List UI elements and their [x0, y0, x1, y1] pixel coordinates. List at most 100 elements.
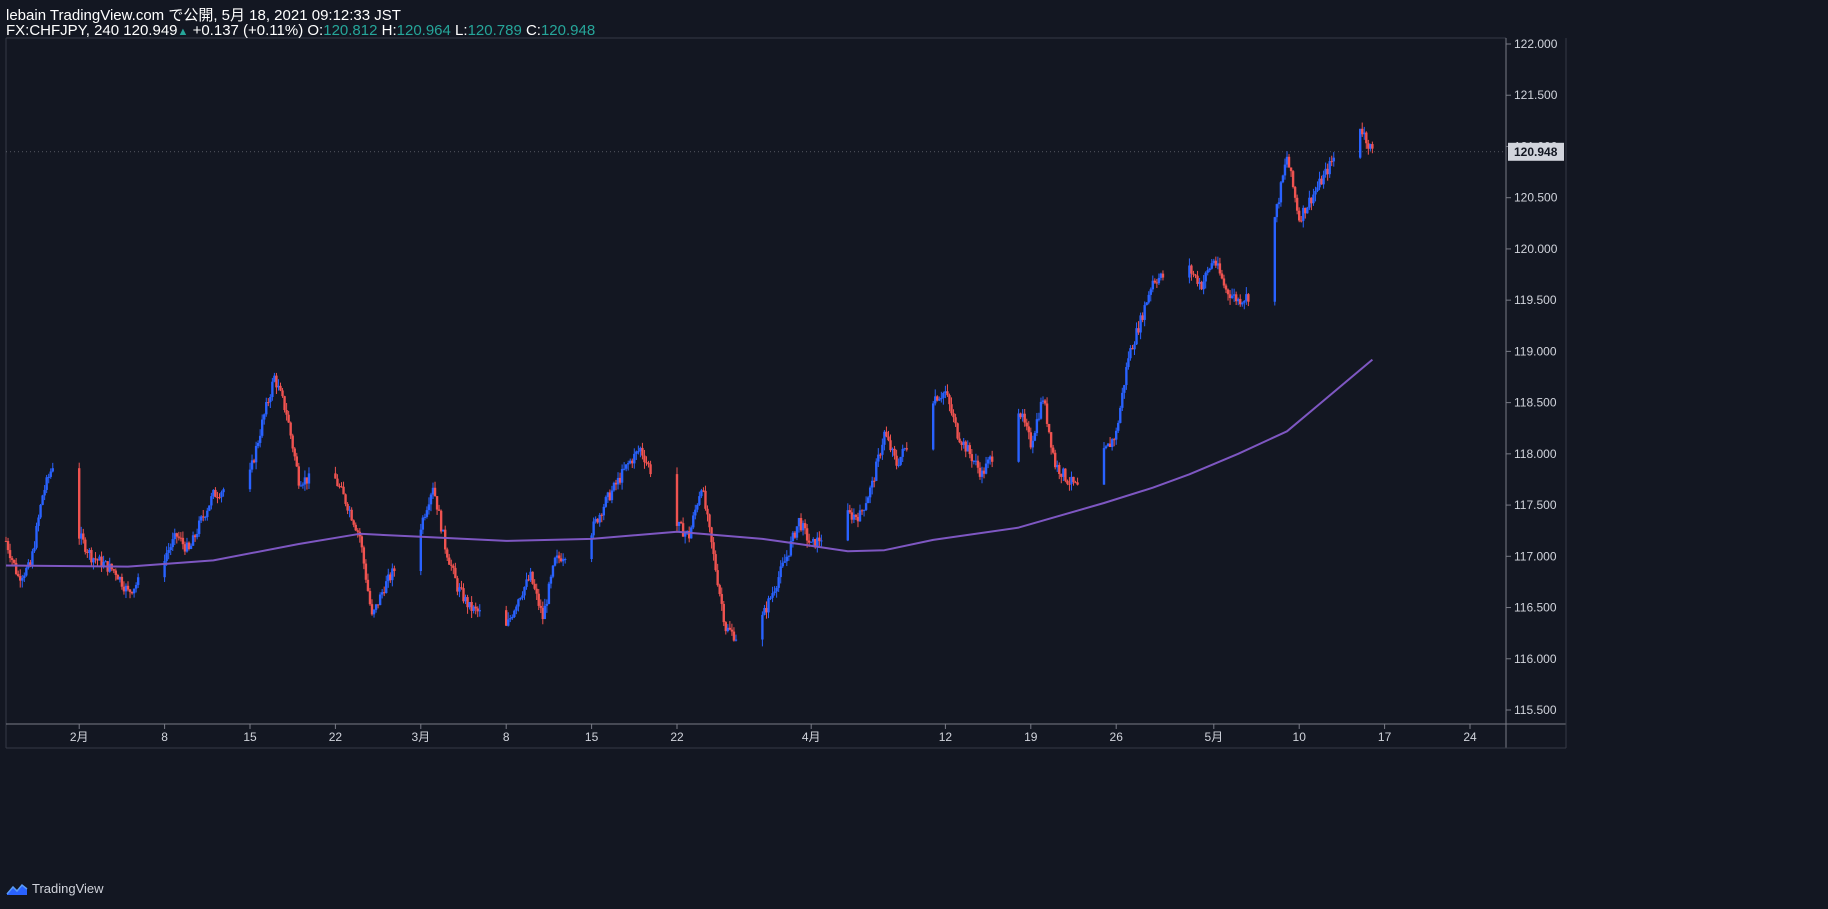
candle-body [82, 533, 85, 540]
x-tick-label: 26 [1110, 730, 1124, 744]
high-value: 120.964 [396, 22, 451, 39]
candle-body [637, 451, 640, 453]
last-price: 120.949 [123, 22, 178, 39]
candle-body [932, 403, 935, 450]
candle-body [775, 587, 778, 592]
candle-body [1157, 277, 1161, 284]
candle-body [767, 598, 770, 613]
candle-body [1031, 440, 1035, 448]
candle-body [1204, 272, 1207, 282]
candle-body [452, 565, 455, 568]
candle-body [864, 503, 868, 510]
candle-body [543, 605, 547, 620]
candle-body [525, 579, 528, 587]
candle-body [248, 469, 252, 490]
y-tick-label: 119.500 [1514, 293, 1557, 307]
candle-body [31, 551, 34, 566]
ohlc-legend: FX:CHFJPY, 240 120.949▲ +0.137 (+0.11%) … [6, 22, 595, 39]
candle-body [539, 605, 542, 608]
candle-body [1291, 171, 1295, 188]
candle-body [378, 594, 382, 606]
candle-body [938, 398, 941, 401]
candle-body [976, 460, 980, 468]
candle-body [167, 549, 170, 553]
candle-body [354, 524, 357, 531]
candle-body [509, 618, 512, 620]
candle-body [1275, 204, 1279, 218]
candle-body [519, 597, 522, 600]
candle-body [1279, 182, 1283, 203]
candle-body [675, 474, 679, 526]
candle-body [1226, 289, 1230, 295]
candle-body [206, 510, 209, 518]
candle-body [1145, 302, 1148, 306]
candle-body [885, 431, 888, 437]
candle-body [181, 537, 185, 545]
candle-body [51, 468, 54, 472]
candle-body [444, 529, 447, 550]
x-tick-label: 19 [1024, 730, 1038, 744]
candle-body [622, 468, 626, 470]
candle-body [393, 568, 396, 572]
candle-body [128, 589, 132, 592]
x-tick-label: 8 [161, 730, 168, 744]
candle-body [1328, 161, 1331, 175]
candle-body [263, 414, 266, 420]
candle-body [171, 539, 174, 548]
candle-body [881, 444, 884, 455]
tradingview-branding[interactable]: TradingView [6, 881, 104, 896]
candle-body [1190, 265, 1193, 274]
candle-body [698, 496, 701, 505]
candle-body [84, 539, 87, 552]
price-change: +0.137 (+0.11%) [192, 22, 304, 39]
candle-body [35, 525, 38, 548]
x-tick-label: 15 [243, 730, 257, 744]
candle-body [1039, 401, 1043, 419]
candle-body [598, 514, 601, 523]
candle-body [195, 533, 199, 538]
candle-body [773, 591, 776, 594]
y-tick-label: 120.000 [1514, 242, 1558, 256]
candle-body [889, 440, 892, 451]
candle-body [283, 396, 286, 411]
candle-body [795, 526, 799, 538]
candle-body [177, 536, 181, 538]
candle-body [1316, 187, 1319, 191]
candle-body [507, 619, 510, 626]
candle-body [1281, 175, 1285, 183]
candle-body [549, 576, 553, 584]
candle-body [10, 558, 14, 560]
candle-body [783, 561, 786, 563]
candle-body [563, 559, 567, 561]
candle-body [535, 588, 538, 594]
candle-body [779, 566, 782, 578]
candle-body [692, 515, 695, 528]
candle-body [1127, 358, 1130, 368]
candle-body [385, 581, 388, 593]
candle-body [643, 455, 646, 463]
candle-body [769, 597, 772, 599]
symbol-label[interactable]: FX:CHFJPY, 240 [6, 22, 119, 39]
candle-body [592, 521, 595, 536]
candle-body [553, 557, 557, 566]
candle-body [352, 520, 355, 525]
candle-body [1058, 464, 1061, 474]
candle-body [1027, 426, 1030, 433]
candle-body [877, 454, 880, 462]
candle-body [610, 490, 614, 501]
candle-body [474, 606, 477, 609]
candle-body [1287, 156, 1291, 168]
candle-body [708, 514, 711, 528]
price-chart[interactable]: 122.000121.500121.000120.500120.000119.5… [0, 0, 1828, 909]
candle-body [1072, 476, 1075, 483]
candle-body [1125, 367, 1128, 386]
candle-body [1289, 167, 1293, 172]
candle-body [285, 410, 288, 415]
candle-body [43, 489, 46, 496]
candle-body [208, 505, 211, 511]
candle-body [360, 536, 364, 548]
candle-body [1365, 132, 1368, 144]
candle-body [513, 610, 516, 617]
candle-body [254, 445, 258, 463]
candle-body [222, 489, 225, 493]
